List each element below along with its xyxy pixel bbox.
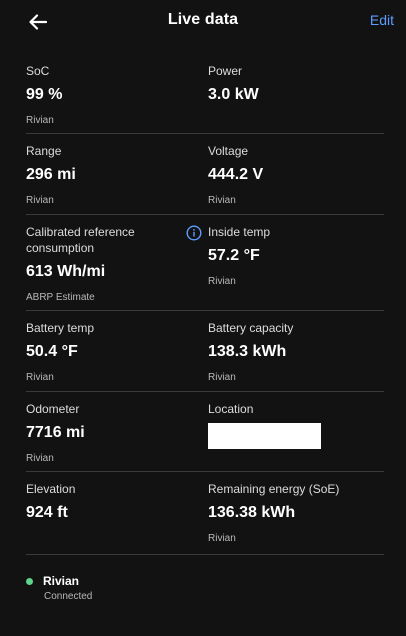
status-dot-icon	[26, 577, 33, 585]
tile-value: 138.3 kWh	[208, 343, 287, 360]
connection-row: Rivian	[26, 574, 92, 588]
tile-value: 3.0 kW	[208, 86, 259, 103]
info-icon	[186, 225, 202, 241]
tile-location[interactable]: Location	[208, 392, 384, 471]
vehicle-name: Rivian	[43, 574, 80, 588]
live-data-screen: Live data Edit SoC 99 % Rivian Power 3.0…	[0, 0, 406, 636]
tile-label-line: Calibrated reference	[26, 225, 135, 239]
data-row: Calibrated reference consumption 613 Wh/…	[26, 215, 384, 311]
tile-source: Rivian	[26, 453, 54, 464]
tile-label: Range	[26, 144, 62, 158]
data-grid: SoC 99 % Rivian Power 3.0 kW Range 296 m…	[26, 54, 384, 555]
tile-calibrated-consumption[interactable]: Calibrated reference consumption 613 Wh/…	[26, 215, 208, 310]
tile-value: 136.38 kWh	[208, 504, 296, 521]
tile-label: Elevation	[26, 482, 76, 496]
tile-source: Rivian	[208, 276, 236, 287]
tile-source: Rivian	[208, 533, 236, 544]
tile-value: 613 Wh/mi	[26, 263, 106, 280]
tile-source: ABRP Estimate	[26, 292, 95, 303]
tile-label: Location	[208, 402, 254, 416]
tile-power[interactable]: Power 3.0 kW	[208, 54, 384, 133]
tile-range[interactable]: Range 296 mi Rivian	[26, 134, 208, 214]
tile-remaining-energy[interactable]: Remaining energy (SoE) 136.38 kWh Rivian	[208, 472, 384, 554]
tile-source: Rivian	[26, 372, 54, 383]
redacted-location-block	[208, 423, 321, 449]
tile-label: SoC	[26, 64, 50, 78]
data-row: Odometer 7716 mi Rivian Location	[26, 392, 384, 472]
tile-value: 50.4 °F	[26, 343, 78, 360]
tile-voltage[interactable]: Voltage 444.2 V Rivian	[208, 134, 384, 214]
tile-value: 296 mi	[26, 166, 76, 183]
tile-label: Battery capacity	[208, 321, 294, 335]
tile-source: Rivian	[26, 195, 54, 206]
tile-value: 99 %	[26, 86, 63, 103]
tile-battery-capacity[interactable]: Battery capacity 138.3 kWh Rivian	[208, 311, 384, 391]
info-button[interactable]	[186, 225, 202, 241]
tile-source: Rivian	[208, 195, 236, 206]
tile-odometer[interactable]: Odometer 7716 mi Rivian	[26, 392, 208, 471]
connection-status-text: Connected	[44, 591, 93, 602]
tile-inside-temp[interactable]: Inside temp 57.2 °F Rivian	[208, 215, 384, 310]
page-title: Live data	[167, 11, 239, 28]
tile-value: 57.2 °F	[208, 247, 260, 264]
tile-label: Battery temp	[26, 321, 95, 335]
tile-label: Remaining energy (SoE)	[208, 482, 340, 496]
data-row: SoC 99 % Rivian Power 3.0 kW	[26, 54, 384, 134]
tile-label-line: consumption	[26, 241, 95, 255]
tile-elevation[interactable]: Elevation 924 ft	[26, 472, 208, 554]
tile-source: Rivian	[208, 372, 236, 383]
tile-soc[interactable]: SoC 99 % Rivian	[26, 54, 208, 133]
tile-source: Rivian	[26, 115, 54, 126]
tile-value: 444.2 V	[208, 166, 264, 183]
tile-label: Voltage	[208, 144, 249, 158]
tile-label: Inside temp	[208, 225, 271, 239]
tile-label: Power	[208, 64, 243, 78]
tile-battery-temp[interactable]: Battery temp 50.4 °F Rivian	[26, 311, 208, 391]
data-row: Elevation 924 ft Remaining energy (SoE) …	[26, 472, 384, 555]
data-row: Battery temp 50.4 °F Rivian Battery capa…	[26, 311, 384, 392]
edit-button[interactable]: Edit	[370, 12, 394, 28]
data-row: Range 296 mi Rivian Voltage 444.2 V Rivi…	[26, 134, 384, 215]
tile-label: Odometer	[26, 402, 80, 416]
tile-value: 7716 mi	[26, 424, 85, 441]
connection-status[interactable]: Rivian Connected	[26, 574, 92, 602]
tile-label: Calibrated reference consumption	[26, 224, 208, 256]
header: Live data Edit	[0, 0, 406, 42]
tile-value: 924 ft	[26, 504, 68, 521]
